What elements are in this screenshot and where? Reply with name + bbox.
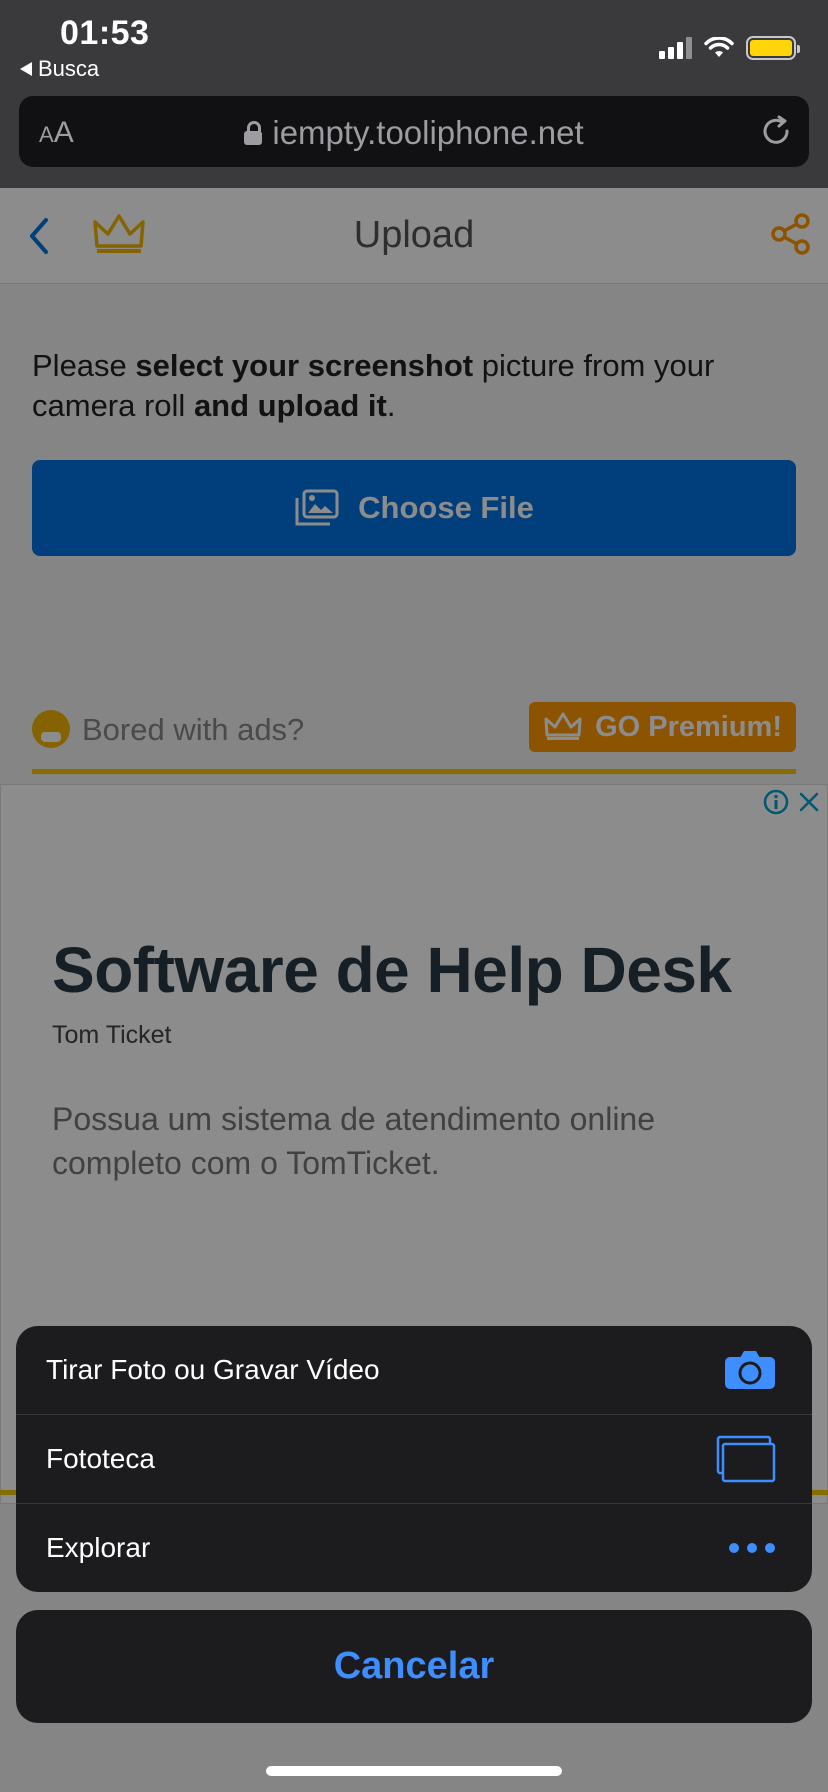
url-text[interactable]: iempty.tooliphone.net — [19, 114, 809, 152]
status-time: 01:53 — [60, 14, 150, 52]
battery-icon — [746, 36, 800, 60]
cellular-signal-icon — [659, 37, 692, 59]
wifi-icon — [704, 37, 734, 57]
back-to-app-button[interactable]: Busca — [20, 56, 99, 82]
action-photo-library[interactable]: Fototeca — [16, 1415, 812, 1504]
action-label: Explorar — [46, 1532, 151, 1563]
action-sheet: Tirar Foto ou Gravar Vídeo Fototeca Expl… — [16, 1326, 812, 1592]
browser-toolbar: AA iempty.tooliphone.net — [0, 92, 828, 188]
action-label: Fototeca — [46, 1443, 155, 1474]
action-take-photo-or-video[interactable]: Tirar Foto ou Gravar Vídeo — [16, 1326, 812, 1415]
camera-icon — [724, 1326, 776, 1414]
status-bar: 01:53 Busca — [0, 0, 828, 92]
action-label: Tirar Foto ou Gravar Vídeo — [46, 1354, 380, 1385]
reload-icon[interactable] — [759, 114, 793, 148]
lock-icon — [244, 121, 263, 145]
url-label: iempty.tooliphone.net — [272, 114, 584, 151]
back-app-label: Busca — [38, 56, 100, 81]
back-triangle-icon — [20, 62, 32, 76]
photo-library-icon — [716, 1415, 776, 1503]
more-icon — [728, 1504, 776, 1592]
address-bar[interactable]: AA iempty.tooliphone.net — [19, 96, 809, 167]
cancel-button[interactable]: Cancelar — [16, 1610, 812, 1723]
status-icons — [659, 36, 800, 60]
home-indicator[interactable] — [266, 1766, 562, 1776]
action-browse[interactable]: Explorar — [16, 1504, 812, 1592]
